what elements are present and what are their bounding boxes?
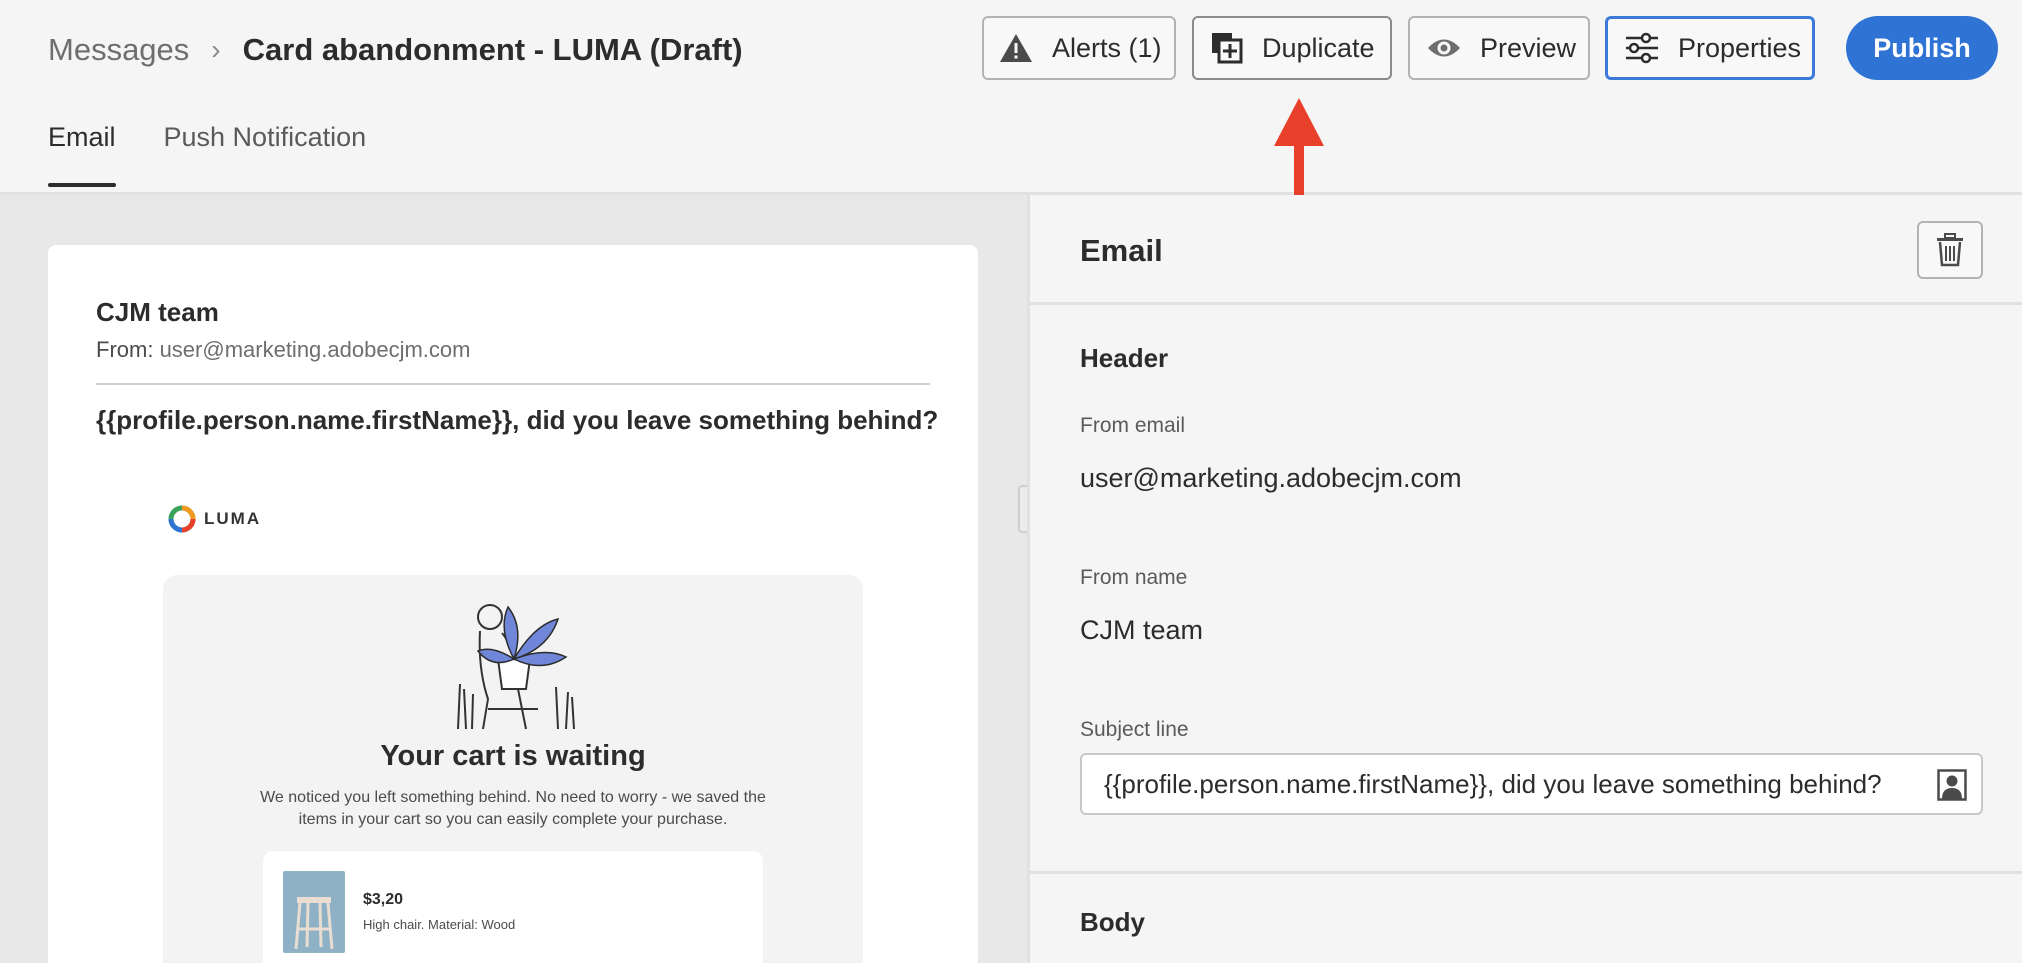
delete-button[interactable]: [1917, 221, 1983, 279]
product-price: $3,20: [363, 891, 404, 908]
alert-triangle-icon: [998, 32, 1034, 64]
breadcrumb-messages-link[interactable]: Messages: [48, 32, 189, 68]
top-bar: Messages › Card abandonment - LUMA (Draf…: [0, 0, 2022, 195]
duplicate-button[interactable]: Duplicate: [1192, 16, 1392, 80]
from-name-value: CJM team: [1080, 615, 1204, 645]
email-canvas: CJM team From: user@marketing.adobecjm.c…: [0, 195, 1027, 963]
panel-header: Email: [1030, 195, 2022, 305]
panel-title: Email: [1080, 233, 1163, 268]
body-section-title: Body: [1080, 907, 1145, 937]
duplicate-label: Duplicate: [1262, 32, 1375, 63]
personalization-icon[interactable]: [1937, 769, 1967, 801]
channel-tabs: Email Push Notification: [48, 122, 414, 187]
subject-line-field[interactable]: {{profile.person.name.firstName}}, did y…: [1080, 753, 1983, 815]
product-description: High chair. Material: Wood: [363, 917, 516, 932]
tab-email[interactable]: Email: [48, 122, 116, 187]
promo-title: Your cart is waiting: [380, 740, 646, 772]
email-preview-card: CJM team From: user@marketing.adobecjm.c…: [48, 245, 978, 963]
tab-push-notification[interactable]: Push Notification: [164, 122, 367, 183]
cart-promo-block: Your cart is waiting We noticed you left…: [163, 575, 863, 963]
preview-from-address: user@marketing.adobecjm.com: [159, 337, 471, 362]
luma-logo-icon: [168, 505, 196, 533]
subject-line-label: Subject line: [1080, 718, 1189, 741]
sliders-icon: [1624, 32, 1660, 64]
properties-panel: Email Header From email user@marketing.a…: [1027, 195, 2022, 963]
luma-logo: LUMA: [168, 505, 261, 533]
eye-icon: [1426, 35, 1462, 61]
chevron-right-icon: ›: [211, 34, 221, 65]
subject-line-value: {{profile.person.name.firstName}}, did y…: [1104, 768, 1882, 799]
page-title: Card abandonment - LUMA (Draft): [242, 32, 743, 67]
product-image: [283, 871, 345, 953]
from-name-label: From name: [1080, 566, 1188, 589]
from-email-value: user@marketing.adobecjm.com: [1080, 463, 1462, 493]
properties-label: Properties: [1678, 32, 1802, 63]
header-section-title: Header: [1080, 343, 1169, 373]
preview-from-line: From: user@marketing.adobecjm.com: [96, 337, 470, 363]
luma-logo-text: LUMA: [204, 509, 262, 528]
promo-text: We noticed you left something behind. No…: [260, 789, 766, 828]
plant-illustration: [457, 604, 575, 730]
duplicate-icon: [1210, 31, 1244, 65]
product-card: $3,20 High chair. Material: Wood: [263, 851, 763, 963]
divider: [96, 383, 930, 385]
from-prefix: From:: [96, 337, 160, 362]
alerts-button[interactable]: Alerts (1): [982, 16, 1176, 80]
properties-button[interactable]: Properties: [1605, 16, 1815, 80]
from-email-label: From email: [1080, 414, 1186, 437]
section-divider: [1030, 871, 2022, 874]
trash-icon: [1937, 233, 1963, 267]
preview-sender-name: CJM team: [96, 297, 219, 327]
preview-subject: {{profile.person.name.firstName}}, did y…: [96, 405, 939, 435]
preview-label: Preview: [1480, 32, 1577, 63]
publish-button[interactable]: Publish: [1846, 16, 1998, 80]
preview-button[interactable]: Preview: [1408, 16, 1590, 80]
breadcrumb: Messages › Card abandonment - LUMA (Draf…: [48, 28, 743, 72]
alerts-label: Alerts (1): [1052, 32, 1162, 63]
